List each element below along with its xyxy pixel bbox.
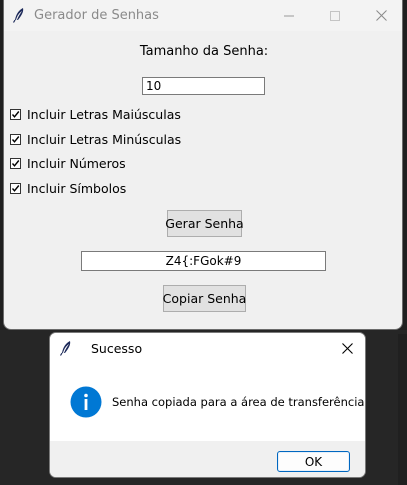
symbols-checkbox[interactable] [10, 182, 21, 194]
dialog-title: Sucesso [91, 341, 143, 356]
numbers-checkbox[interactable] [10, 157, 21, 169]
success-dialog: Sucesso Senha copiada para a área de tra… [49, 332, 366, 478]
uppercase-checkbox[interactable] [10, 108, 21, 120]
dialog-title-bar[interactable]: Sucesso [50, 333, 365, 363]
dialog-close-button[interactable] [329, 333, 365, 363]
generate-password-button[interactable]: Gerar Senha [165, 210, 244, 237]
option-symbols[interactable]: Incluir Símbolos [10, 180, 126, 196]
info-icon [70, 386, 102, 418]
check-icon [11, 110, 20, 118]
window-title: Gerador de Senhas [34, 8, 159, 23]
password-size-input[interactable]: 10 [142, 77, 265, 95]
option-uppercase[interactable]: Incluir Letras Maiúsculas [10, 106, 181, 122]
password-size-label: Tamanho da Senha: [139, 44, 269, 59]
generated-password-field[interactable]: Z4{:FGok#9 [81, 251, 326, 271]
check-icon [11, 184, 20, 192]
check-icon [11, 135, 20, 143]
lowercase-checkbox[interactable] [10, 133, 21, 145]
password-generator-window: Gerador de Senhas Tamanho da Senha: 10 I… [3, 0, 403, 330]
feather-icon [12, 7, 26, 23]
maximize-button[interactable] [312, 0, 358, 31]
feather-icon [59, 340, 73, 356]
check-icon [11, 159, 20, 167]
numbers-label: Incluir Números [27, 155, 126, 171]
lowercase-label: Incluir Letras Minúsculas [27, 131, 182, 147]
option-lowercase[interactable]: Incluir Letras Minúsculas [10, 131, 181, 147]
minimize-button[interactable] [266, 0, 312, 31]
close-icon [341, 342, 353, 354]
uppercase-label: Incluir Letras Maiúsculas [27, 106, 181, 122]
close-button[interactable] [358, 0, 402, 31]
copy-password-button[interactable]: Copiar Senha [163, 285, 246, 312]
title-bar[interactable]: Gerador de Senhas [4, 0, 402, 31]
option-numbers[interactable]: Incluir Números [10, 155, 126, 171]
desktop-edge [398, 334, 407, 485]
dialog-message: Senha copiada para a área de transferênc… [112, 395, 366, 409]
ok-button[interactable]: OK [277, 451, 350, 472]
symbols-label: Incluir Símbolos [27, 180, 127, 196]
